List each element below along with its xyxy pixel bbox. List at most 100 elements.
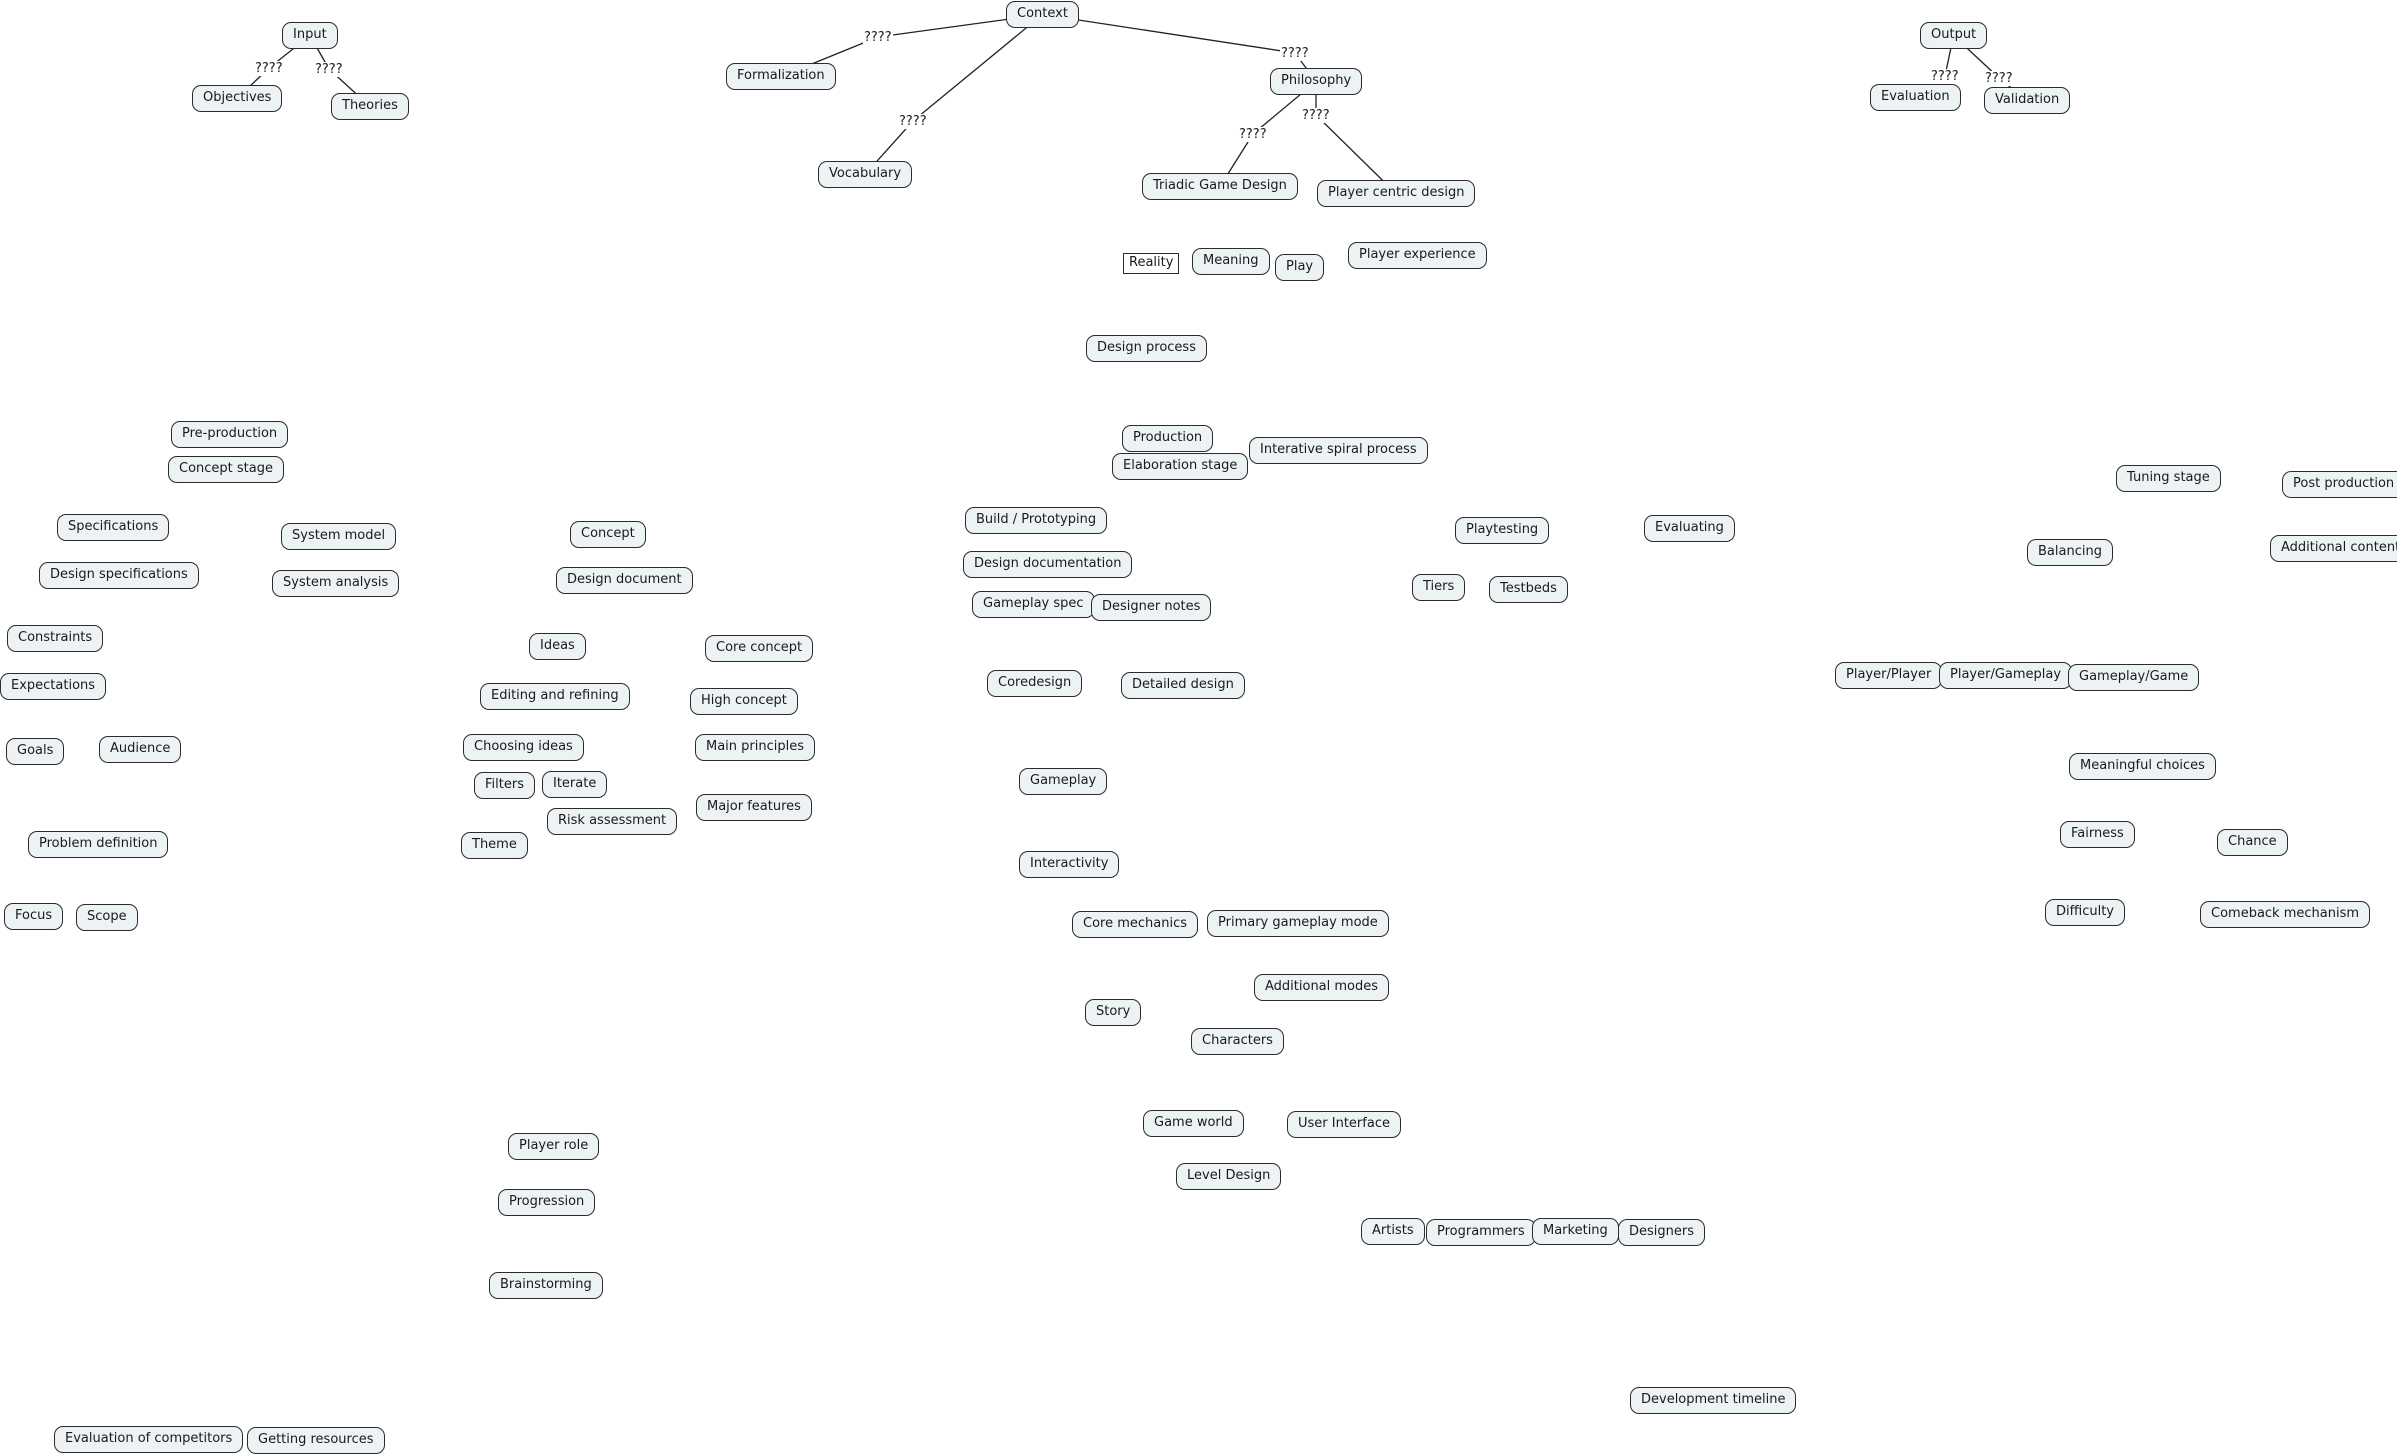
node-testbeds[interactable]: Testbeds (1489, 576, 1568, 603)
node-game-world[interactable]: Game world (1143, 1110, 1244, 1137)
node-production[interactable]: Production (1122, 425, 1214, 452)
node-tiers[interactable]: Tiers (1412, 574, 1466, 601)
node-scope[interactable]: Scope (76, 904, 138, 931)
node-goals[interactable]: Goals (6, 738, 65, 765)
node-user-interface[interactable]: User Interface (1287, 1111, 1401, 1138)
link-label: ???? (1984, 70, 2014, 86)
link-label: ???? (1280, 45, 1310, 61)
node-balancing[interactable]: Balancing (2027, 539, 2113, 566)
node-additional-modes[interactable]: Additional modes (1254, 974, 1390, 1001)
node-validation[interactable]: Validation (1984, 87, 2071, 114)
node-comeback-mechanism[interactable]: Comeback mechanism (2200, 901, 2371, 928)
link-label: ???? (254, 60, 284, 76)
node-risk-assessment[interactable]: Risk assessment (547, 808, 678, 835)
node-vocabulary[interactable]: Vocabulary (818, 161, 913, 188)
node-iterative-spiral[interactable]: Interative spiral process (1249, 437, 1428, 464)
link-label: ???? (1930, 68, 1960, 84)
concept-map-canvas: Input Objectives Theories Context Formalizat… (0, 0, 2397, 1456)
node-problem-definition[interactable]: Problem definition (28, 831, 169, 858)
node-elaboration-stage[interactable]: Elaboration stage (1112, 453, 1249, 480)
node-story[interactable]: Story (1085, 999, 1142, 1026)
node-choosing-ideas[interactable]: Choosing ideas (463, 734, 584, 761)
links-layer (236, 13, 2028, 194)
node-coredesign[interactable]: Coredesign (987, 670, 1083, 697)
node-gameplay[interactable]: Gameplay (1019, 768, 1108, 795)
node-gameplay-game[interactable]: Gameplay/Game (2068, 664, 2200, 691)
node-player-gameplay[interactable]: Player/Gameplay (1939, 662, 2073, 689)
node-main-principles[interactable]: Main principles (695, 734, 816, 761)
node-tuning-stage[interactable]: Tuning stage (2116, 465, 2221, 492)
node-constraints[interactable]: Constraints (7, 625, 104, 652)
node-audience[interactable]: Audience (99, 736, 182, 763)
node-getting-resources[interactable]: Getting resources (247, 1427, 385, 1454)
link-label: ???? (314, 61, 344, 77)
node-level-design[interactable]: Level Design (1176, 1163, 1282, 1190)
link-label: ???? (1301, 107, 1331, 123)
node-characters[interactable]: Characters (1191, 1028, 1284, 1055)
node-iterate[interactable]: Iterate (542, 771, 608, 798)
node-objectives[interactable]: Objectives (192, 85, 283, 112)
link-line-context-vocabulary (912, 13, 1043, 122)
node-difficulty[interactable]: Difficulty (2045, 899, 2125, 926)
node-system-model[interactable]: System model (281, 523, 397, 550)
node-programmers[interactable]: Programmers (1426, 1219, 1536, 1246)
node-core-concept[interactable]: Core concept (705, 635, 814, 662)
node-major-features[interactable]: Major features (696, 794, 812, 821)
node-brainstorming[interactable]: Brainstorming (489, 1272, 603, 1299)
node-philosophy[interactable]: Philosophy (1270, 68, 1363, 95)
link-label: ???? (898, 113, 928, 129)
node-evaluation-competitors[interactable]: Evaluation of competitors (54, 1426, 244, 1453)
node-gameplay-spec[interactable]: Gameplay spec (972, 591, 1095, 618)
node-design-specifications[interactable]: Design specifications (39, 562, 199, 589)
node-theories[interactable]: Theories (331, 93, 409, 120)
node-progression[interactable]: Progression (498, 1189, 596, 1216)
node-reality[interactable]: Reality (1123, 253, 1180, 274)
node-output[interactable]: Output (1920, 22, 1988, 49)
node-expectations[interactable]: Expectations (0, 673, 107, 700)
node-design-document[interactable]: Design document (556, 567, 693, 594)
node-designer-notes[interactable]: Designer notes (1091, 594, 1212, 621)
node-player-role[interactable]: Player role (508, 1133, 600, 1160)
node-play[interactable]: Play (1275, 254, 1325, 281)
node-pre-production[interactable]: Pre-production (171, 421, 289, 448)
node-focus[interactable]: Focus (4, 903, 64, 930)
node-theme[interactable]: Theme (461, 832, 528, 859)
node-player-player[interactable]: Player/Player (1835, 662, 1943, 689)
node-primary-gameplay-mode[interactable]: Primary gameplay mode (1207, 910, 1389, 937)
node-player-centric[interactable]: Player centric design (1317, 180, 1476, 207)
link-line-context-philosophy (1042, 13, 1296, 54)
node-detailed-design[interactable]: Detailed design (1121, 672, 1245, 699)
node-artists[interactable]: Artists (1361, 1218, 1425, 1245)
node-design-documentation[interactable]: Design documentation (963, 551, 1133, 578)
node-concept[interactable]: Concept (570, 521, 646, 548)
node-build-prototyping[interactable]: Build / Prototyping (965, 507, 1108, 534)
node-high-concept[interactable]: High concept (690, 688, 798, 715)
node-playtesting[interactable]: Playtesting (1455, 517, 1550, 544)
node-designers[interactable]: Designers (1618, 1219, 1705, 1246)
node-design-process[interactable]: Design process (1086, 335, 1207, 362)
node-marketing[interactable]: Marketing (1532, 1218, 1619, 1245)
node-development-timeline[interactable]: Development timeline (1630, 1387, 1797, 1414)
node-context[interactable]: Context (1006, 1, 1079, 28)
node-fairness[interactable]: Fairness (2060, 821, 2135, 848)
node-chance[interactable]: Chance (2217, 829, 2288, 856)
node-evaluation[interactable]: Evaluation (1870, 84, 1961, 111)
node-ideas[interactable]: Ideas (529, 633, 586, 660)
node-meaningful-choices[interactable]: Meaningful choices (2069, 753, 2216, 780)
node-concept-stage[interactable]: Concept stage (168, 456, 284, 483)
node-system-analysis[interactable]: System analysis (272, 570, 400, 597)
node-editing-refining[interactable]: Editing and refining (480, 683, 630, 710)
node-input[interactable]: Input (282, 22, 338, 49)
node-filters[interactable]: Filters (474, 772, 535, 799)
node-post-production[interactable]: Post production (2282, 471, 2397, 498)
link-label: ???? (1238, 126, 1268, 142)
node-specifications[interactable]: Specifications (57, 514, 170, 541)
node-formalization[interactable]: Formalization (726, 63, 836, 90)
node-interactivity[interactable]: Interactivity (1019, 851, 1120, 878)
node-meaning[interactable]: Meaning (1192, 248, 1270, 275)
node-core-mechanics[interactable]: Core mechanics (1072, 911, 1199, 938)
node-player-experience[interactable]: Player experience (1348, 242, 1487, 269)
node-evaluating[interactable]: Evaluating (1644, 515, 1735, 542)
node-triadic[interactable]: Triadic Game Design (1142, 173, 1298, 200)
node-additional-content[interactable]: Additional content (2270, 535, 2397, 562)
